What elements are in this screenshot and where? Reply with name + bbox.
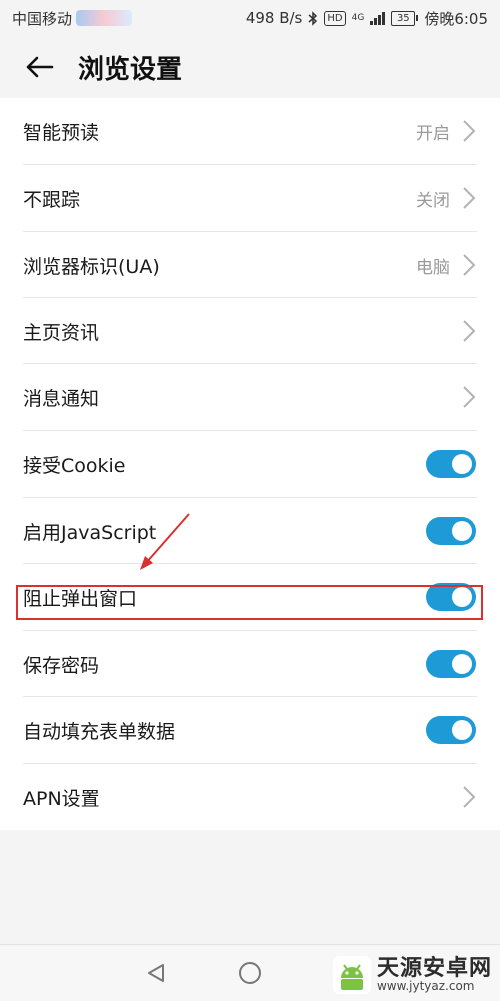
setting-do-not-track[interactable]: 不跟踪 关闭 xyxy=(0,165,500,231)
circle-home-icon xyxy=(239,962,261,984)
watermark-name: 天源安卓网 xyxy=(376,956,492,982)
setting-label: 自动填充表单数据 xyxy=(23,720,176,743)
setting-label: 主页资讯 xyxy=(23,321,100,344)
android-logo-icon xyxy=(332,956,371,994)
setting-block-popups: 阻止弹出窗口 xyxy=(0,564,500,630)
settings-list: 智能预读 开启 不跟踪 关闭 浏览器标识(UA) 电脑 主页资讯 消息通知 接受… xyxy=(0,98,500,830)
setting-label: APN设置 xyxy=(23,787,100,810)
setting-autofill: 自动填充表单数据 xyxy=(0,697,500,763)
app-bar: 浏览设置 xyxy=(0,36,500,98)
setting-save-password: 保存密码 xyxy=(0,631,500,697)
setting-label: 阻止弹出窗口 xyxy=(23,587,138,610)
toggle-knob xyxy=(452,521,472,541)
back-arrow-icon xyxy=(26,56,54,78)
setting-label: 不跟踪 xyxy=(23,188,81,211)
cookie-toggle[interactable] xyxy=(426,450,476,478)
setting-value: 开启 xyxy=(416,123,450,144)
back-button[interactable] xyxy=(22,50,56,84)
setting-notifications[interactable]: 消息通知 xyxy=(0,364,500,430)
triangle-back-icon xyxy=(148,964,164,982)
chevron-right-icon xyxy=(462,186,476,210)
toggle-knob xyxy=(452,720,472,740)
watermark-url: www.jytyaz.com xyxy=(376,979,475,994)
chevron-right-icon xyxy=(462,253,476,277)
chevron-right-icon xyxy=(462,785,476,809)
clock: 傍晚6:05 xyxy=(424,9,488,28)
save-password-toggle[interactable] xyxy=(426,650,476,678)
chevron-right-icon xyxy=(462,319,476,343)
watermark: 天源安卓网 www.jytyaz.com xyxy=(332,956,492,994)
setting-smart-preload[interactable]: 智能预读 开启 xyxy=(0,98,500,164)
toggle-knob xyxy=(452,587,472,607)
setting-value: 电脑 xyxy=(416,257,450,278)
autofill-toggle[interactable] xyxy=(426,716,476,744)
setting-label: 消息通知 xyxy=(23,387,100,410)
setting-home-news[interactable]: 主页资讯 xyxy=(0,298,500,364)
setting-user-agent[interactable]: 浏览器标识(UA) 电脑 xyxy=(0,232,500,298)
javascript-toggle[interactable] xyxy=(426,517,476,545)
blurred-region xyxy=(76,10,133,26)
setting-label: 智能预读 xyxy=(23,121,100,144)
toggle-knob xyxy=(452,454,472,474)
page-title: 浏览设置 xyxy=(78,54,183,85)
setting-label: 启用JavaScript xyxy=(23,521,157,544)
setting-accept-cookie: 接受Cookie xyxy=(0,431,500,497)
setting-apn[interactable]: APN设置 xyxy=(0,764,500,830)
battery-level: 35 xyxy=(391,10,416,26)
setting-label: 接受Cookie xyxy=(23,454,126,477)
chevron-right-icon xyxy=(462,385,476,409)
bluetooth-icon xyxy=(308,10,318,26)
nav-home-button[interactable] xyxy=(237,960,263,986)
signal-icon xyxy=(370,11,386,25)
carrier-label: 中国移动 xyxy=(12,9,73,28)
battery-icon: 35 xyxy=(391,10,419,26)
setting-label: 浏览器标识(UA) xyxy=(23,255,160,278)
setting-value: 关闭 xyxy=(416,190,450,211)
nav-back-button[interactable] xyxy=(143,960,169,986)
block-popups-toggle[interactable] xyxy=(426,583,476,611)
toggle-knob xyxy=(452,654,472,674)
status-bar: 中国移动 498 B/s HD 4G 35 傍晚6:05 xyxy=(0,0,500,36)
chevron-right-icon xyxy=(462,119,476,143)
setting-javascript: 启用JavaScript xyxy=(0,498,500,564)
setting-label: 保存密码 xyxy=(23,654,100,677)
network-type: 4G xyxy=(351,13,365,23)
net-speed: 498 B/s xyxy=(245,9,303,27)
hd-badge: HD xyxy=(324,10,346,26)
